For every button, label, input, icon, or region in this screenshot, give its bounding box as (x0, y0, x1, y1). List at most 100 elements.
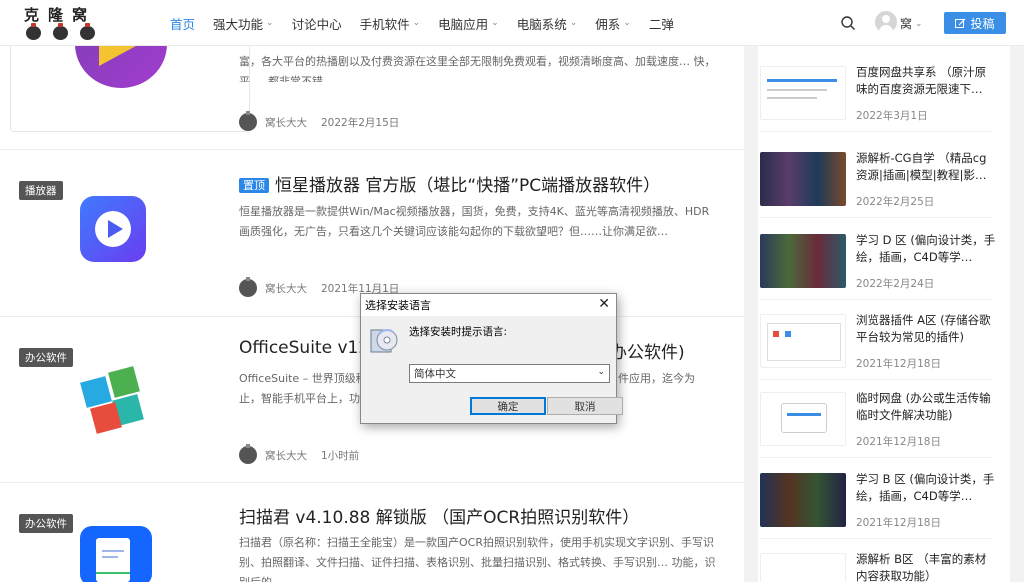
close-icon[interactable]: ✕ (598, 296, 610, 312)
post-excerpt-line: 止，智能手机平台上，功 (239, 392, 360, 405)
post-title-text[interactable]: 恒星播放器 官方版（堪比“快播”PC端播放器软件） (275, 176, 660, 196)
sidebar-post-title[interactable]: 源解析-CG自学 （精品cg资源|插画|模型|教程|影… (856, 150, 996, 184)
sidebar-post-date: 2022年2月25日 (856, 196, 935, 208)
post-excerpt: OfficeSuite – 世界顶级移 止，智能手机平台上，功 (239, 369, 367, 409)
bomb-icon (26, 23, 41, 40)
post-category-tag[interactable]: 办公软件 (19, 348, 73, 367)
chevron-down-icon: ⌄ (412, 18, 421, 28)
nav-label: 二弹 (648, 16, 674, 32)
post-excerpt-line: OfficeSuite – 世界顶级移 (239, 372, 367, 385)
sidebar-post[interactable]: 学习 B 区 (偏向设计类，手绘，插画，C4D等学… 2021年12月18日 (760, 467, 994, 539)
play-icon (95, 211, 131, 247)
post-date: 1小时前 (321, 449, 360, 462)
bomb-icon (80, 23, 95, 40)
nav-item-home[interactable]: 首页 (170, 14, 195, 33)
dialog-titlebar[interactable]: 选择安装语言 ✕ (361, 294, 616, 316)
user-menu[interactable]: 窝 ⌄ (900, 15, 923, 32)
logo-bombs (26, 23, 95, 40)
nav-label: 强大功能 (213, 16, 264, 32)
sidebar-post-title[interactable]: 百度网盘共享系 （原汁原味的百度资源无限速下… (856, 64, 996, 98)
post-title[interactable]: 置顶 恒星播放器 官方版（堪比“快播”PC端播放器软件） (239, 171, 660, 196)
chevron-down-icon: ⌄ (915, 18, 923, 29)
sidebar-thumbnail[interactable] (760, 473, 846, 527)
scanner-app-icon[interactable] (80, 526, 152, 582)
post-item[interactable]: 播放器 置顶 恒星播放器 官方版（堪比“快播”PC端播放器软件） 恒星播放器是一款… (0, 150, 744, 317)
sidebar-post[interactable]: 临时网盘 (办公或生活传输临时文件解决功能) 2021年12月18日 (760, 386, 992, 458)
sidebar-post-title[interactable]: 临时网盘 (办公或生活传输临时文件解决功能) (856, 390, 996, 424)
sidebar-post-title[interactable]: 源解析 B区 （丰富的素材内容获取功能） (856, 551, 996, 582)
sidebar-post-title[interactable]: 学习 D 区 (偏向设计类，手绘，插画，C4D等学… (856, 232, 996, 266)
player-app-icon[interactable] (80, 196, 146, 262)
logo-text: 克隆窝 (24, 6, 97, 24)
nav-label: 电脑系统 (516, 16, 567, 32)
post-submit-button[interactable]: 投稿 (944, 12, 1006, 34)
post-meta: 窝长大大 2022年2月15日 (239, 111, 400, 131)
chevron-down-icon: ⌄ (597, 367, 605, 377)
ok-button[interactable]: 确定 (470, 397, 546, 415)
dialog-title: 选择安装语言 (365, 299, 431, 312)
user-avatar[interactable] (875, 11, 897, 33)
nav-item-forum[interactable]: 讨论中心 (292, 14, 342, 33)
nav-item-second[interactable]: 二弹 (649, 14, 674, 33)
cancel-button[interactable]: 取消 (547, 397, 623, 415)
author-avatar-icon (239, 277, 257, 297)
sidebar-post[interactable]: 百度网盘共享系 （原汁原味的百度资源无限速下… 2022年3月1日 (760, 60, 992, 132)
author-avatar-icon (239, 111, 257, 131)
sidebar-thumbnail[interactable] (760, 314, 846, 368)
post-title[interactable]: 扫描君 v4.10.88 解锁版 （国产OCR拍照识别软件） (239, 503, 639, 528)
sidebar-post-date: 2022年3月1日 (856, 110, 928, 122)
post-item[interactable]: 办公软件 扫描君 v4.10.88 解锁版 （国产OCR拍照识别软件） 扫描君（… (0, 483, 744, 582)
sidebar-post-date: 2021年12月18日 (856, 517, 941, 529)
sidebar-post-date: 2021年12月18日 (856, 436, 941, 448)
site-logo[interactable]: 克隆窝 (24, 4, 104, 44)
nav-item-mobile-software[interactable]: 手机软件 ⌄ (360, 14, 421, 33)
sidebar-thumbnail[interactable] (760, 152, 846, 206)
post-category-tag[interactable]: 办公软件 (19, 514, 73, 533)
post-excerpt: 富，各大平台的热播剧以及付费资源在这里全部无限制免费观看，视频清晰度高、加载速度… (239, 55, 716, 82)
chevron-down-icon: ⌄ (623, 18, 631, 28)
sidebar-thumbnail[interactable] (760, 234, 846, 288)
sidebar-post[interactable]: 源解析 B区 （丰富的素材内容获取功能） (760, 547, 992, 582)
nav-item-pc-apps[interactable]: 电脑应用 ⌄ (438, 14, 499, 33)
nav-label: 佣系 (595, 16, 621, 32)
sidebar-post-title[interactable]: 浏览器插件 A区 (存储谷歌平台较为常见的插件) (856, 312, 996, 346)
nav-label: 讨论中心 (291, 16, 342, 32)
post-date: 2022年2月15日 (321, 116, 400, 129)
nav-label: 手机软件 (359, 16, 410, 32)
dialog-prompt: 选择安装时提示语言: (409, 326, 508, 338)
post-button-label: 投稿 (970, 16, 995, 31)
nav-item-misc[interactable]: 佣系 ⌄ (595, 14, 631, 33)
post-title[interactable]: OfficeSuite v12. (239, 338, 375, 358)
post-title-tail[interactable]: 办公软件) (610, 338, 685, 363)
sidebar-thumbnail[interactable] (760, 66, 846, 120)
language-select[interactable]: 简体中文 ⌄ (409, 364, 610, 383)
chevron-down-icon: ⌄ (569, 18, 578, 28)
sidebar-post-title[interactable]: 学习 B 区 (偏向设计类，手绘，插画，C4D等学… (856, 471, 996, 505)
post-author[interactable]: 窝长大大 (265, 281, 307, 296)
document-icon (96, 538, 130, 582)
officesuite-logo[interactable] (77, 363, 149, 435)
chevron-down-icon: ⌄ (266, 18, 274, 28)
post-category-tag[interactable]: 播放器 (19, 181, 63, 200)
nav-item-features[interactable]: 强大功能 ⌄ (213, 14, 274, 33)
post-title-text[interactable]: OfficeSuite v12. (239, 338, 375, 358)
sidebar-thumbnail[interactable] (760, 392, 846, 446)
sidebar-thumbnail[interactable] (760, 553, 846, 582)
pinned-badge: 置顶 (239, 178, 269, 193)
post-author[interactable]: 窝长大大 (265, 115, 307, 130)
edit-icon (955, 18, 966, 28)
post-excerpt-tail: 件应用，迄今为 (618, 372, 695, 385)
post-list: 富，各大平台的热播剧以及付费资源在这里全部无限制免费观看，视频清晰度高、加载速度… (0, 0, 744, 582)
search-icon[interactable] (840, 15, 856, 31)
chevron-down-icon: ⌄ (491, 18, 499, 28)
sidebar-post[interactable]: 学习 D 区 (偏向设计类，手绘，插画，C4D等学… 2022年2月24日 (760, 228, 995, 300)
language-dialog: 选择安装语言 ✕ 选择安装时提示语言: 简体中文 ⌄ 确定 取消 (360, 293, 623, 424)
nav-item-pc-systems[interactable]: 电脑系统 ⌄ (517, 14, 578, 33)
bomb-icon (53, 23, 68, 40)
sidebar-post-date: 2021年12月18日 (856, 358, 941, 370)
nav-label: 首页 (170, 16, 196, 32)
sidebar-post[interactable]: 源解析-CG自学 （精品cg资源|插画|模型|教程|影… 2022年2月25日 (760, 146, 992, 218)
selected-language: 简体中文 (414, 368, 456, 380)
post-author[interactable]: 窝长大大 (265, 448, 307, 463)
sidebar-post[interactable]: 浏览器插件 A区 (存储谷歌平台较为常见的插件) 2021年12月18日 (760, 308, 992, 380)
